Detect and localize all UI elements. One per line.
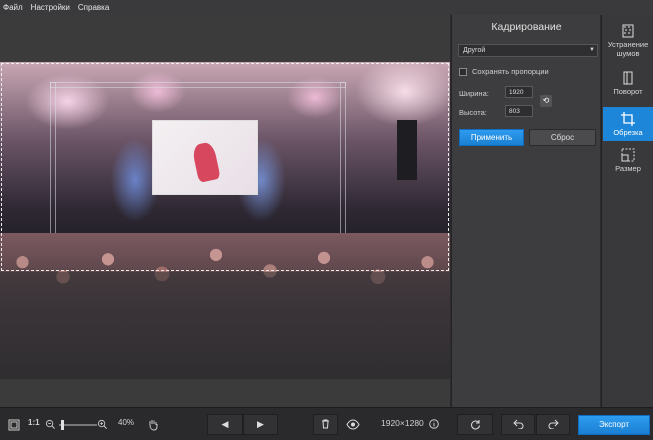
keep-ratio-label: Сохранять пропорции xyxy=(472,67,549,76)
tool-label: Размер xyxy=(615,164,641,173)
fit-screen-icon[interactable] xyxy=(8,419,20,431)
tool-label: Поворот xyxy=(613,87,643,96)
photo-editor-window: Файл Настройки Справка Кадрирование Друг… xyxy=(0,0,653,440)
crop-frame[interactable] xyxy=(1,63,449,271)
width-label: Ширина: xyxy=(459,89,489,98)
refresh-icon xyxy=(470,420,480,430)
eye-icon[interactable] xyxy=(346,419,360,430)
tool-denoise[interactable]: Устранение шумов xyxy=(603,23,653,63)
denoise-icon xyxy=(622,24,634,38)
undo-button[interactable] xyxy=(501,414,535,435)
zoom-slider-handle[interactable] xyxy=(61,420,64,430)
next-image-button[interactable]: ▶ xyxy=(243,414,278,435)
apply-button[interactable]: Применить xyxy=(459,129,524,146)
link-ratio-icon[interactable]: ⟲ xyxy=(540,95,552,107)
undo-icon xyxy=(512,419,523,430)
preset-select[interactable]: Другой ▼ xyxy=(458,44,598,57)
chevron-down-icon: ▼ xyxy=(589,47,595,53)
delete-button[interactable] xyxy=(313,414,338,435)
tool-resize[interactable]: Размер xyxy=(603,147,653,181)
panel-title: Кадрирование xyxy=(491,21,562,33)
menubar: Файл Настройки Справка xyxy=(0,0,653,15)
export-button[interactable]: Экспорт xyxy=(578,415,650,435)
reset-button[interactable]: Сброс xyxy=(529,129,596,146)
crop-dim-overlay xyxy=(0,272,450,379)
tool-rotate[interactable]: Поворот xyxy=(603,70,653,102)
preset-value: Другой xyxy=(463,47,486,54)
resize-icon xyxy=(621,148,635,162)
tool-label: Обрезка xyxy=(613,128,643,137)
crop-panel: Кадрирование Другой ▼ Сохранять пропорци… xyxy=(451,15,600,407)
keep-ratio-checkbox[interactable] xyxy=(459,67,467,76)
info-icon[interactable] xyxy=(429,419,439,429)
menu-settings[interactable]: Настройки xyxy=(31,3,70,12)
prev-image-button[interactable]: ◀ xyxy=(207,414,243,435)
arrow-right-icon: ▶ xyxy=(257,419,264,429)
crop-icon xyxy=(621,112,635,126)
menu-file[interactable]: Файл xyxy=(3,3,23,12)
tool-crop[interactable]: Обрезка xyxy=(603,107,653,141)
redo-button[interactable] xyxy=(536,414,570,435)
trash-icon xyxy=(322,419,329,429)
tool-label: Устранение шумов xyxy=(607,40,649,58)
zoom-in-icon[interactable] xyxy=(97,419,108,430)
image-size: 1920×1280 xyxy=(381,418,424,428)
tools-sidebar: Устранение шумов Поворот Обрезка Размер xyxy=(601,15,653,407)
arrow-left-icon: ◀ xyxy=(221,419,229,429)
height-label: Высота: xyxy=(459,108,487,117)
rotate-icon xyxy=(623,71,633,85)
hand-icon[interactable] xyxy=(147,418,159,431)
redo-icon xyxy=(548,419,559,430)
width-input[interactable]: 1920 xyxy=(505,86,533,98)
bottom-toolbar: 1:1 40% ◀ ▶ 1920×1280 Экспорт xyxy=(0,407,653,440)
height-input[interactable]: 803 xyxy=(505,105,533,117)
zoom-slider-track[interactable] xyxy=(59,424,97,426)
refresh-button[interactable] xyxy=(457,414,493,435)
image-canvas[interactable] xyxy=(0,15,450,407)
menu-help[interactable]: Справка xyxy=(78,3,109,12)
zoom-percent: 40% xyxy=(118,418,135,427)
keep-ratio-row[interactable]: Сохранять пропорции xyxy=(459,67,549,76)
zoom-out-icon[interactable] xyxy=(45,419,56,430)
actual-size-button[interactable]: 1:1 xyxy=(28,418,40,427)
